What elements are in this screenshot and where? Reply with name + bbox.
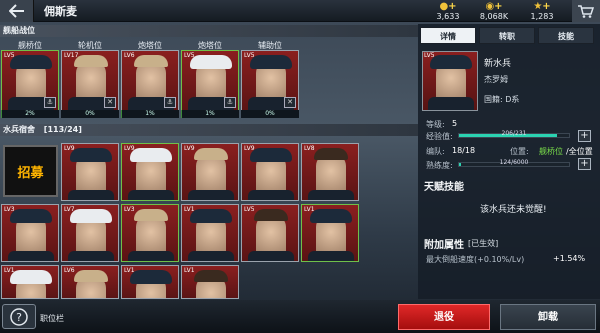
sailor-nationality: 国籍: D系 bbox=[484, 95, 520, 104]
resource-coins-value: 3,633 bbox=[436, 12, 460, 21]
exp-add-button[interactable]: + bbox=[578, 130, 591, 142]
fleet-label: 编队: bbox=[426, 147, 445, 156]
position-badge-icon: ⚓ bbox=[164, 97, 176, 108]
sailor-list-title: 水兵宿舍 bbox=[3, 125, 35, 134]
slot-card-turret-1[interactable]: LV6 ⚓ bbox=[121, 50, 179, 112]
back-button[interactable] bbox=[0, 0, 34, 22]
slot-card-bridge[interactable]: LV5 ⚓ bbox=[1, 50, 59, 112]
position-label: 位置: bbox=[510, 147, 529, 156]
sailor-card[interactable]: LV8 bbox=[301, 143, 359, 201]
sailor-card[interactable]: LV9 bbox=[61, 143, 119, 201]
sailor-card[interactable]: LV5 bbox=[241, 204, 299, 262]
resource-gold[interactable]: ◉+ 8,068K bbox=[470, 1, 518, 22]
exp-label: 经验值: bbox=[426, 132, 453, 141]
slot-progress-bridge: 2% bbox=[1, 110, 59, 118]
slot-card-support[interactable]: LV5 ✕ bbox=[241, 50, 299, 112]
sailor-card[interactable]: LV9 bbox=[121, 143, 179, 201]
attr-value: +1.54% bbox=[553, 254, 586, 263]
unequip-button[interactable]: 卸载 bbox=[500, 304, 596, 330]
level-value: 5 bbox=[452, 119, 458, 128]
resource-coins[interactable]: ●+ 3,633 bbox=[424, 1, 472, 22]
sailor-card[interactable]: LV3 bbox=[1, 204, 59, 262]
skill-add-button[interactable]: + bbox=[578, 158, 591, 170]
tab-skills[interactable]: 技能 bbox=[538, 27, 594, 44]
page-title: 佣斯麦 bbox=[44, 5, 77, 18]
resource-gold-value: 8,068K bbox=[479, 12, 509, 21]
position-value: 舰桥位 bbox=[539, 147, 563, 156]
position-bar-label: 职位栏 bbox=[40, 314, 64, 323]
back-arrow-icon bbox=[8, 4, 24, 18]
retire-button[interactable]: 退役 bbox=[398, 304, 490, 330]
sailor-card[interactable]: LV9 bbox=[241, 143, 299, 201]
shop-button[interactable] bbox=[572, 0, 600, 22]
position-suffix: /全位置 bbox=[566, 147, 593, 156]
slot-progress-support: 0% bbox=[241, 110, 299, 118]
battle-positions-header: 舰船战位 bbox=[0, 25, 418, 37]
exp-bar: 206/231 bbox=[458, 130, 570, 138]
sailor-list-header: 水兵宿舍 [113/24] bbox=[0, 124, 418, 136]
skill-label: 熟练度: bbox=[426, 161, 453, 170]
coin-stack-icon: ●+ bbox=[439, 1, 457, 12]
wrench-icon: ✕ bbox=[284, 97, 296, 108]
attr-tag: [已生效] bbox=[468, 239, 499, 248]
talent-header: 天赋技能 bbox=[424, 182, 464, 193]
sailor-card[interactable]: LV1 bbox=[181, 265, 239, 299]
sailor-card[interactable]: LV6 bbox=[61, 265, 119, 299]
attr-name: 最大倒船速度(+0.10%/Lv) bbox=[426, 255, 525, 264]
tab-transfer[interactable]: 转职 bbox=[479, 27, 535, 44]
recruit-button[interactable]: 招募 bbox=[3, 145, 58, 197]
attr-header: 附加属性 bbox=[424, 240, 464, 251]
sailor-count: [113/24] bbox=[43, 125, 82, 134]
sailor-card[interactable]: LV9 bbox=[181, 143, 239, 201]
sailor-card[interactable]: LV7 bbox=[61, 204, 119, 262]
level-label: 等级: bbox=[426, 120, 445, 129]
tab-details[interactable]: 详情 bbox=[420, 27, 476, 44]
help-button[interactable]: ? bbox=[2, 304, 36, 329]
sailor-card[interactable]: LV1 bbox=[1, 265, 59, 299]
skill-bar: 124/6000 bbox=[458, 159, 570, 167]
position-badge-icon: ⚓ bbox=[44, 97, 56, 108]
wrench-icon: ✕ bbox=[104, 97, 116, 108]
position-badge-icon: ⚓ bbox=[224, 97, 236, 108]
sailor-card[interactable]: LV1 bbox=[121, 265, 179, 299]
svg-text:?: ? bbox=[16, 311, 22, 324]
fleet-value: 18/18 bbox=[452, 146, 476, 155]
talent-text: 该水兵还未觉醒! bbox=[480, 205, 547, 215]
gold-coin-icon: ◉+ bbox=[485, 1, 503, 12]
sailor-portrait: LV5 bbox=[422, 51, 478, 111]
slot-card-turret-2[interactable]: LV5 ⚓ bbox=[181, 50, 239, 112]
help-icon: ? bbox=[10, 307, 28, 326]
sailor-card[interactable]: LV3 bbox=[121, 204, 179, 262]
slot-progress-turret-1: 1% bbox=[121, 110, 179, 118]
slot-progress-turret-2: 1% bbox=[181, 110, 239, 118]
resource-stars-value: 1,283 bbox=[530, 12, 554, 21]
sailor-card[interactable]: LV1 bbox=[181, 204, 239, 262]
sailor-name: 新水兵 bbox=[484, 59, 512, 69]
slot-card-engine[interactable]: LV17 ✕ bbox=[61, 50, 119, 112]
resource-stars[interactable]: ★+ 1,283 bbox=[518, 1, 566, 22]
shop-cart-icon bbox=[578, 4, 594, 18]
star-icon: ★+ bbox=[533, 1, 551, 12]
sailor-subname: 杰罗姆 bbox=[484, 75, 508, 84]
slot-progress-engine: 0% bbox=[61, 110, 119, 118]
sailor-card[interactable]: LV1 bbox=[301, 204, 359, 262]
